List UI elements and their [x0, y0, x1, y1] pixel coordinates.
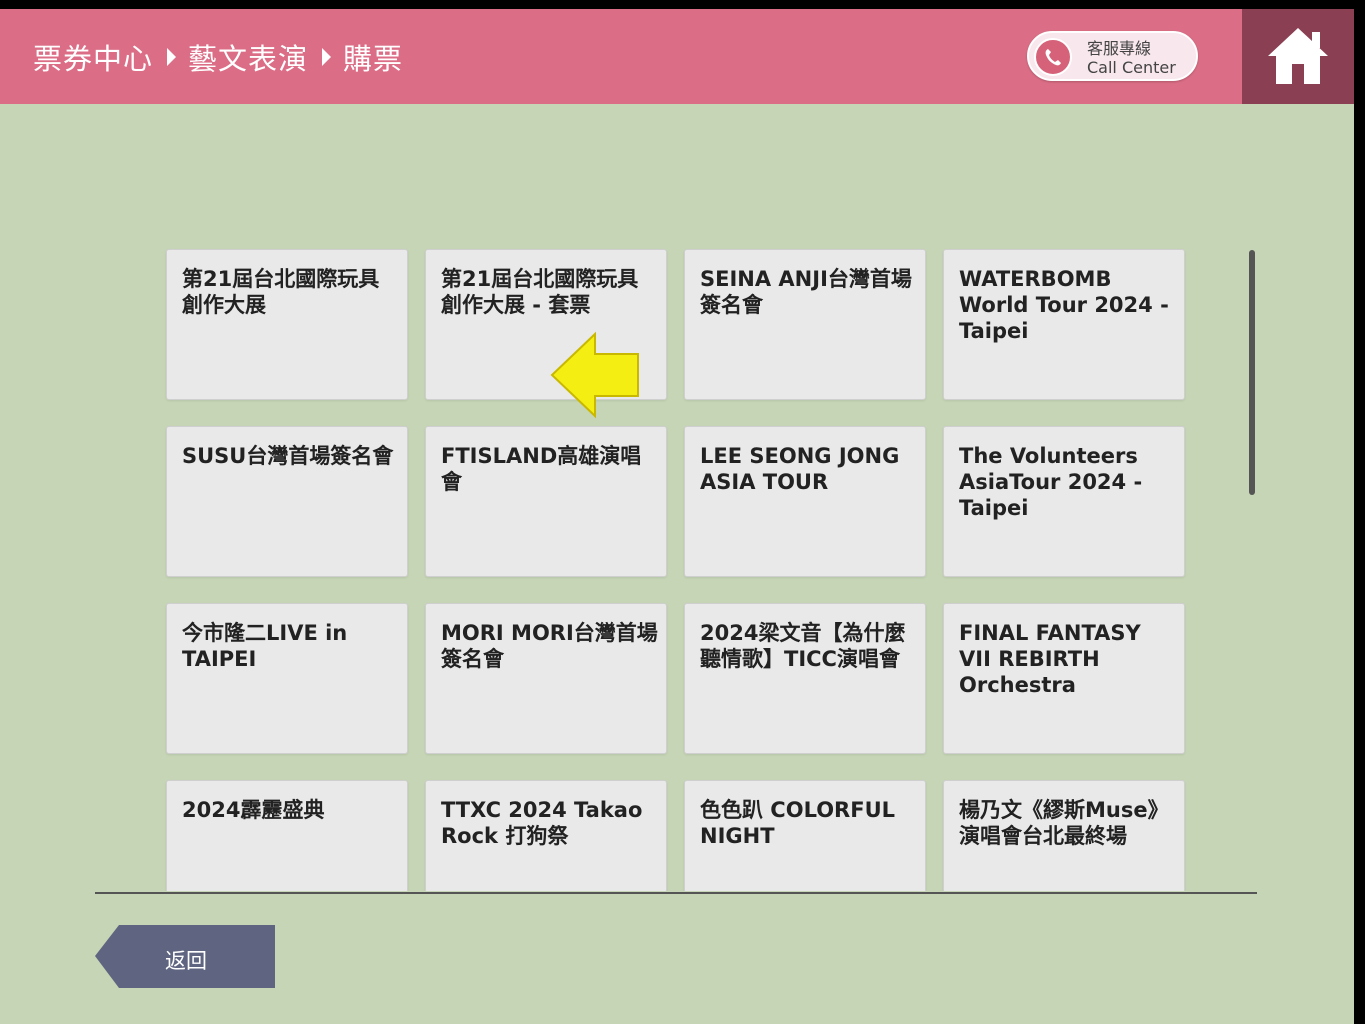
footer-divider: [95, 892, 1257, 894]
ticket-kiosk-screen: 票券中心 藝文表演 購票 客服專線 Call Center 第21屆台北國際玩具…: [0, 9, 1354, 1024]
event-card[interactable]: 色色趴 COLORFUL NIGHT: [684, 780, 926, 891]
event-card-title: WATERBOMB World Tour 2024 - Taipei: [959, 267, 1169, 343]
event-card-title: 2024霹靂盛典: [182, 798, 325, 822]
back-button[interactable]: 返回: [95, 925, 275, 988]
event-card-title: SEINA ANJI台灣首場簽名會: [700, 267, 912, 317]
event-card-title: 楊乃文《繆斯Muse》演唱會台北最終場: [959, 798, 1169, 848]
event-card-title: LEE SEONG JONG ASIA TOUR: [700, 444, 900, 494]
event-card[interactable]: SEINA ANJI台灣首場簽名會: [684, 249, 926, 400]
event-card[interactable]: TTXC 2024 Takao Rock 打狗祭: [425, 780, 667, 891]
event-card-title: SUSU台灣首場簽名會: [182, 444, 394, 468]
event-card[interactable]: WATERBOMB World Tour 2024 - Taipei: [943, 249, 1185, 400]
event-card[interactable]: The Volunteers AsiaTour 2024 - Taipei: [943, 426, 1185, 577]
event-card-title: TTXC 2024 Takao Rock 打狗祭: [441, 798, 643, 848]
event-card[interactable]: 楊乃文《繆斯Muse》演唱會台北最終場: [943, 780, 1185, 891]
event-list-viewport[interactable]: 第21屆台北國際玩具創作大展 第21屆台北國際玩具創作大展 - 套票 SEINA A…: [0, 9, 1354, 891]
event-card-title: FINAL FANTASY VII REBIRTH Orchestra: [959, 621, 1141, 697]
event-card-title: MORI MORI台灣首場簽名會: [441, 621, 658, 671]
event-card[interactable]: 2024梁文音【為什麼聽情歌】TICC演唱會: [684, 603, 926, 754]
back-button-label: 返回: [165, 949, 207, 973]
event-card-title: 2024梁文音【為什麼聽情歌】TICC演唱會: [700, 621, 906, 671]
event-card[interactable]: 2024霹靂盛典: [166, 780, 408, 891]
event-card-title: 今市隆二LIVE in TAIPEI: [182, 621, 348, 671]
event-card[interactable]: 第21屆台北國際玩具創作大展: [166, 249, 408, 400]
event-card[interactable]: FTISLAND高雄演唱會: [425, 426, 667, 577]
event-card-title: FTISLAND高雄演唱會: [441, 444, 642, 494]
event-card[interactable]: SUSU台灣首場簽名會: [166, 426, 408, 577]
event-card[interactable]: 今市隆二LIVE in TAIPEI: [166, 603, 408, 754]
event-card[interactable]: LEE SEONG JONG ASIA TOUR: [684, 426, 926, 577]
yellow-arrow-left-icon: [550, 331, 639, 419]
event-card[interactable]: MORI MORI台灣首場簽名會: [425, 603, 667, 754]
event-card-title: 色色趴 COLORFUL NIGHT: [700, 798, 896, 848]
event-card-title: 第21屆台北國際玩具創作大展 - 套票: [441, 267, 639, 317]
event-card-title: 第21屆台北國際玩具創作大展: [182, 267, 380, 317]
event-card-title: The Volunteers AsiaTour 2024 - Taipei: [959, 444, 1143, 520]
event-card[interactable]: FINAL FANTASY VII REBIRTH Orchestra: [943, 603, 1185, 754]
vertical-scrollbar[interactable]: [1249, 250, 1255, 495]
